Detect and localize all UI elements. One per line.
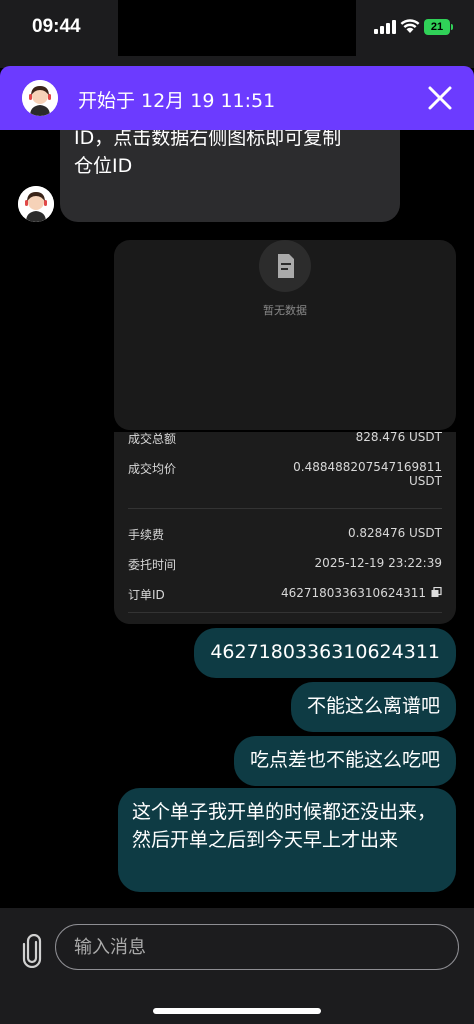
empty-data-text: 暂无数据 [263, 304, 307, 317]
bot-message-line-3: 仓位ID [74, 155, 133, 177]
user-message-text: 4627180336310624311 [210, 641, 440, 663]
close-icon[interactable] [424, 82, 456, 114]
row-label: 订单ID [128, 588, 165, 602]
order-detail-card: 成交总额 828.476 USDT 成交均价 0.488488207547169… [114, 432, 456, 624]
user-message-bubble: 吃点差也不能这么吃吧 [233, 736, 456, 786]
bot-avatar [18, 186, 54, 222]
avg-price-number: 0.488488207547169811 [293, 460, 442, 474]
row-value: 828.476 USDT [355, 432, 442, 444]
row-value: 0.488488207547169811 USDT [293, 460, 442, 488]
bot-message-bubble: ID，点击数据右侧图标即可复制 仓位ID [60, 130, 400, 222]
wifi-icon [400, 19, 420, 33]
user-message-text: 这个单子我开单的时候都还没出来，然后开单之后到今天早上才出来 [132, 801, 437, 851]
divider [128, 612, 442, 613]
divider [128, 508, 442, 509]
copy-icon[interactable] [431, 587, 442, 598]
session-start-title: 开始于 12月 19 11:51 [78, 90, 276, 112]
empty-data-card: 暂无数据 [114, 240, 456, 430]
user-message-text: 不能这么离谱吧 [306, 695, 440, 717]
attachment-icon[interactable] [20, 934, 44, 968]
chat-header: 开始于 12月 19 11:51 [0, 66, 474, 130]
row-value: 2025-12-19 23:22:39 [314, 556, 442, 570]
signal-icon [374, 20, 396, 34]
message-input[interactable] [55, 924, 459, 970]
chat-messages-area[interactable]: ID，点击数据右侧图标即可复制 仓位ID 暂无数据 成交总额 828.476 U… [0, 130, 474, 908]
avg-price-unit: USDT [409, 474, 442, 488]
row-label: 委托时间 [128, 558, 177, 572]
battery-icon: 21 [424, 19, 450, 35]
message-input-bar [0, 908, 474, 1024]
home-indicator [153, 1008, 321, 1014]
agent-avatar-icon [18, 186, 54, 222]
row-label: 成交均价 [128, 462, 177, 476]
empty-doc-icon [259, 240, 311, 292]
status-time: 09:44 [32, 16, 81, 37]
bot-message-line-2: ID，点击数据右侧图标即可复制 [74, 130, 342, 149]
bot-message-text: ID，点击数据右侧图标即可复制 仓位ID [74, 130, 390, 180]
agent-avatar-icon [22, 80, 58, 116]
row-value: 4627180336310624311 [280, 586, 426, 600]
camera-notch [118, 0, 356, 56]
user-message-bubble: 4627180336310624311 [194, 628, 456, 678]
row-label: 成交总额 [128, 432, 177, 446]
user-message-bubble: 这个单子我开单的时候都还没出来，然后开单之后到今天早上才出来 [118, 788, 456, 892]
user-message-bubble: 不能这么离谱吧 [290, 682, 456, 732]
agent-avatar [22, 80, 58, 116]
row-label: 手续费 [128, 528, 165, 542]
user-message-text: 吃点差也不能这么吃吧 [249, 749, 440, 771]
row-value: 0.828476 USDT [347, 526, 442, 540]
